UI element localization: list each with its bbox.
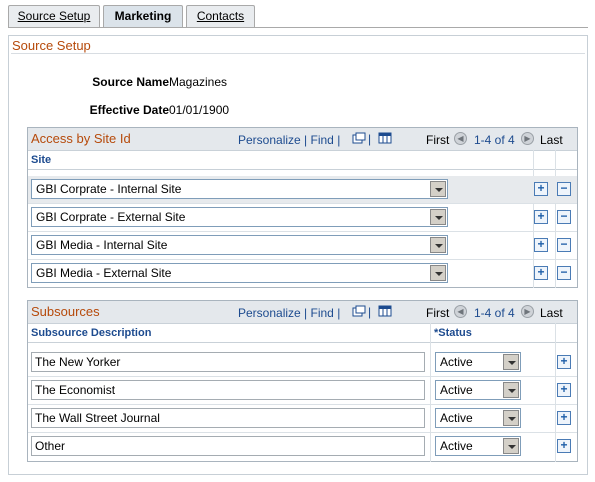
add-row-button[interactable]: + [557, 355, 571, 369]
add-row-button[interactable]: + [534, 238, 548, 252]
delete-row-button[interactable]: − [557, 266, 571, 280]
site-grid-column-header: Site [28, 150, 577, 170]
table-row: GBI Media - External Site + − [28, 260, 577, 288]
subsource-description-input[interactable]: The Economist [31, 380, 425, 400]
subsource-grid: Subsources Personalize | Find | | First … [27, 300, 578, 462]
status-select[interactable]: Active [435, 408, 521, 428]
site-column-label: Site [31, 154, 52, 166]
chevron-down-icon[interactable] [503, 410, 519, 426]
subsource-description-input[interactable]: Other [31, 436, 425, 456]
personalize-link[interactable]: Personalize [238, 133, 301, 147]
status-column-label: *Status [434, 327, 472, 339]
source-name-value: Magazines [169, 75, 228, 89]
tab-divider [8, 27, 588, 28]
status-select[interactable]: Active [435, 436, 521, 456]
site-select[interactable]: GBI Media - External Site [31, 263, 448, 283]
tab-source-setup[interactable]: Source Setup [8, 5, 100, 28]
add-row-button[interactable]: + [557, 411, 571, 425]
add-row-button[interactable]: + [534, 266, 548, 280]
last-label: Last [540, 306, 563, 320]
table-row: GBI Corprate - External Site + − [28, 204, 577, 232]
delete-row-button[interactable]: − [557, 238, 571, 252]
chevron-down-icon[interactable] [430, 237, 446, 253]
subsource-description-column-label: Subsource Description [31, 327, 152, 339]
site-select[interactable]: GBI Media - Internal Site [31, 235, 448, 255]
view-all-icon[interactable] [352, 305, 366, 317]
add-row-button[interactable]: + [557, 383, 571, 397]
site-select[interactable]: GBI Corprate - Internal Site [31, 179, 448, 199]
subsource-grid-column-header: Subsource Description *Status [28, 323, 577, 343]
download-icon[interactable] [378, 305, 392, 317]
row-range: 1-4 of 4 [474, 306, 515, 320]
status-select[interactable]: Active [435, 352, 521, 372]
table-row: The Wall Street Journal Active + [28, 405, 577, 433]
delete-row-button[interactable]: − [557, 182, 571, 196]
table-row: GBI Media - Internal Site + − [28, 232, 577, 260]
table-row: Other Active + [28, 433, 577, 461]
find-link[interactable]: Find [311, 306, 334, 320]
prev-arrow-icon[interactable]: ◀ [454, 305, 467, 318]
site-grid-title: Access by Site Id [31, 131, 131, 146]
subsource-grid-title: Subsources [31, 304, 100, 319]
personalize-link[interactable]: Personalize [238, 306, 301, 320]
delete-row-button[interactable]: − [557, 210, 571, 224]
subsource-description-input[interactable]: The Wall Street Journal [31, 408, 425, 428]
add-row-button[interactable]: + [557, 439, 571, 453]
table-row: The New Yorker Active + [28, 349, 577, 377]
chevron-down-icon[interactable] [503, 438, 519, 454]
table-row: GBI Corprate - Internal Site + − [28, 176, 577, 204]
last-label: Last [540, 133, 563, 147]
find-link[interactable]: Find [311, 133, 334, 147]
subsource-description-input[interactable]: The New Yorker [31, 352, 425, 372]
add-row-button[interactable]: + [534, 210, 548, 224]
chevron-down-icon[interactable] [430, 181, 446, 197]
site-grid: Access by Site Id Personalize | Find | |… [27, 127, 578, 288]
chevron-down-icon[interactable] [430, 209, 446, 225]
tab-contacts[interactable]: Contacts [186, 5, 255, 28]
chevron-down-icon[interactable] [503, 382, 519, 398]
tab-marketing[interactable]: Marketing [103, 5, 183, 28]
chevron-down-icon[interactable] [503, 354, 519, 370]
subsource-grid-header: Subsources Personalize | Find | | First … [28, 301, 577, 323]
next-arrow-icon[interactable]: ▶ [521, 132, 534, 145]
table-row: The Economist Active + [28, 377, 577, 405]
site-grid-header: Access by Site Id Personalize | Find | |… [28, 128, 577, 150]
first-label: First [426, 133, 450, 147]
next-arrow-icon[interactable]: ▶ [521, 305, 534, 318]
chevron-down-icon[interactable] [430, 265, 446, 281]
site-grid-toolbar: Personalize | Find | [238, 133, 341, 147]
view-all-icon[interactable] [352, 132, 366, 144]
subsource-grid-toolbar: Personalize | Find | [238, 306, 341, 320]
tab-bar: Source Setup Marketing Contacts [8, 5, 588, 28]
row-range: 1-4 of 4 [474, 133, 515, 147]
page-title: Source Setup [11, 38, 585, 54]
first-label: First [426, 306, 450, 320]
effective-date-label: Effective Date [89, 103, 169, 117]
effective-date-value: 01/01/1900 [169, 103, 230, 117]
download-icon[interactable] [378, 132, 392, 144]
add-row-button[interactable]: + [534, 182, 548, 196]
source-name-label: Source Name [92, 75, 169, 89]
status-select[interactable]: Active [435, 380, 521, 400]
site-select[interactable]: GBI Corprate - External Site [31, 207, 448, 227]
prev-arrow-icon[interactable]: ◀ [454, 132, 467, 145]
